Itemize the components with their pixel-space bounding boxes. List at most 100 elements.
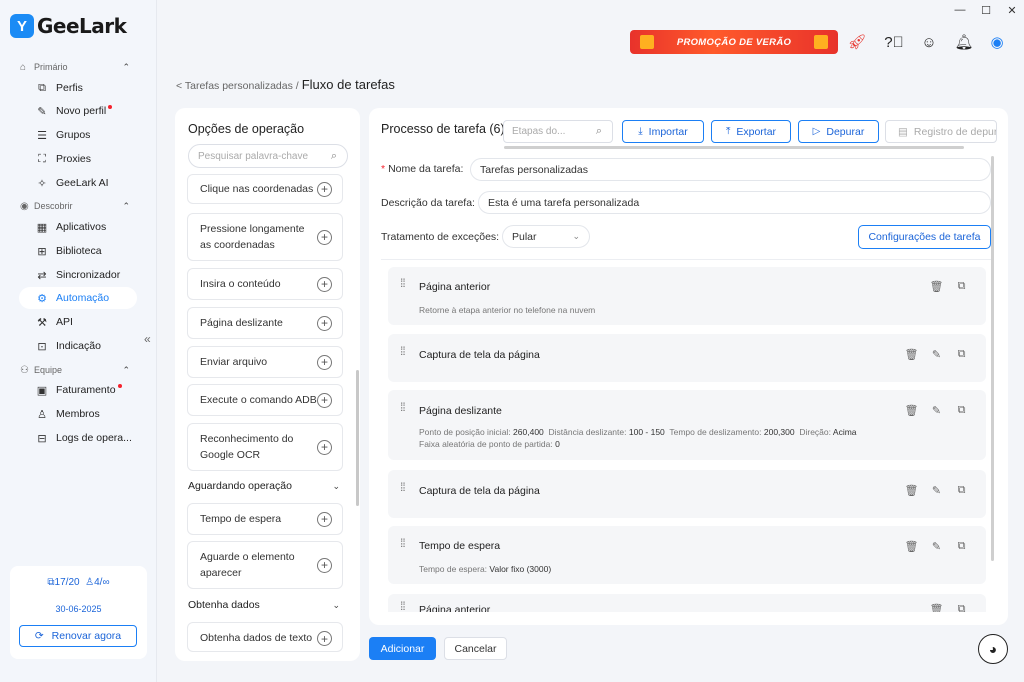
summer-promo-banner[interactable]: PROMOÇÃO DE VERÃO bbox=[630, 30, 838, 54]
add-icon[interactable]: + bbox=[317, 229, 332, 245]
op-google-ocr[interactable]: Reconhecimento do Google OCR + bbox=[187, 423, 343, 471]
app-logo[interactable]: Y GeeLark bbox=[10, 14, 127, 38]
delete-icon[interactable]: 🗑︎ bbox=[904, 540, 919, 553]
close-button[interactable]: ✕ bbox=[998, 0, 1024, 20]
op-long-press[interactable]: Pressione longamente as coordenadas + bbox=[187, 213, 343, 261]
export-button[interactable]: ⤒ Exportar bbox=[711, 120, 791, 143]
process-scrollbar[interactable] bbox=[991, 156, 994, 561]
add-icon[interactable]: + bbox=[317, 511, 332, 527]
step-card[interactable]: ⁞⁞ Captura de tela da página 🗑︎ ✎ ⧉ bbox=[388, 334, 986, 382]
task-name-input[interactable]: Tarefas personalizadas bbox=[470, 158, 991, 181]
step-card[interactable]: ⁞⁞ Captura de tela da página 🗑︎ ✎ ⧉ bbox=[388, 470, 986, 518]
search-icon: ⌕ bbox=[595, 125, 602, 137]
step-card[interactable]: ⁞⁞ Página anterior Retorne à etapa anter… bbox=[388, 267, 986, 325]
copy-icon[interactable]: ⧉ bbox=[954, 603, 969, 612]
op-get-text-data[interactable]: Obtenha dados de texto + bbox=[187, 622, 343, 652]
add-icon[interactable]: + bbox=[317, 181, 332, 197]
rocket-icon[interactable]: 🚀︎ bbox=[847, 32, 867, 52]
add-icon[interactable]: + bbox=[317, 392, 332, 408]
drag-handle-icon[interactable]: ⁞⁞ bbox=[400, 345, 410, 357]
group-get-data[interactable]: Obtenha dados ⌄ bbox=[188, 599, 340, 611]
sidebar-item-novo-perfil[interactable]: ✎ Novo perfil bbox=[19, 100, 137, 122]
drag-handle-icon[interactable]: ⁞⁞ bbox=[400, 537, 410, 549]
sidebar-item-aplicativos[interactable]: ▦ Aplicativos bbox=[19, 216, 137, 238]
add-icon[interactable]: + bbox=[317, 631, 332, 646]
sidebar-item-grupos[interactable]: ☰ Grupos bbox=[19, 124, 137, 146]
step-card[interactable]: ⁞⁞ Página anterior 🗑︎ ⧉ bbox=[388, 594, 986, 612]
delete-icon[interactable]: 🗑︎ bbox=[929, 603, 944, 612]
sidebar-item-membros[interactable]: ♙ Membros bbox=[19, 403, 137, 425]
op-adb-command[interactable]: Execute o comando ADB + bbox=[187, 384, 343, 416]
drag-handle-icon[interactable]: ⁞⁞ bbox=[400, 277, 410, 289]
add-icon[interactable]: + bbox=[317, 557, 332, 573]
group-waiting[interactable]: Aguardando operação ⌄ bbox=[188, 480, 340, 492]
debug-log-button[interactable]: ▤ Registro de depur bbox=[885, 120, 997, 143]
sidebar-item-sincronizador[interactable]: ⇄ Sincronizador bbox=[19, 264, 137, 286]
drag-handle-icon[interactable]: ⁞⁞ bbox=[400, 401, 410, 413]
minimize-button[interactable]: — bbox=[946, 0, 974, 20]
import-button[interactable]: ⤓ Importar bbox=[622, 120, 704, 143]
edit-icon[interactable]: ✎ bbox=[929, 540, 944, 553]
add-icon[interactable]: + bbox=[317, 315, 332, 331]
add-icon[interactable]: + bbox=[317, 439, 332, 455]
maximize-button[interactable]: ☐ bbox=[972, 0, 1000, 20]
sidebar-item-api[interactable]: ⚒ API bbox=[19, 311, 137, 333]
support-icon[interactable]: ☺ bbox=[919, 32, 939, 52]
collapse-sidebar-icon[interactable]: « bbox=[144, 332, 151, 346]
sidebar-item-automacao[interactable]: ⚙ Automação bbox=[19, 287, 137, 309]
copy-icon[interactable]: ⧉ bbox=[954, 348, 969, 361]
toolbar-scrollbar[interactable] bbox=[504, 146, 964, 149]
notification-dot bbox=[117, 384, 122, 388]
add-icon[interactable]: + bbox=[317, 276, 332, 292]
sidebar-item-logs[interactable]: ⊟ Logs de opera... bbox=[19, 427, 137, 449]
operations-search-input[interactable]: Pesquisar palavra-chave ⌕ bbox=[188, 144, 348, 168]
op-insert-content[interactable]: Insira o conteúdo + bbox=[187, 268, 343, 300]
op-click-coordinates[interactable]: Clique nas coordenadas + bbox=[187, 174, 343, 204]
edit-icon[interactable]: ✎ bbox=[929, 484, 944, 497]
debug-button[interactable]: ▷ Depurar bbox=[798, 120, 879, 143]
copy-icon[interactable]: ⧉ bbox=[954, 404, 969, 417]
drag-handle-icon[interactable]: ⁞⁞ bbox=[400, 481, 410, 493]
step-card[interactable]: ⁞⁞ Página deslizante Ponto de posição in… bbox=[388, 390, 986, 460]
process-title: Processo de tarefa (6) bbox=[381, 122, 505, 136]
step-card[interactable]: ⁞⁞ Tempo de espera Tempo de espera: Valo… bbox=[388, 526, 986, 584]
assistant-icon[interactable]: ◕ bbox=[978, 634, 1008, 664]
help-icon[interactable]: ?⃝ bbox=[884, 32, 904, 52]
delete-icon[interactable]: 🗑︎ bbox=[929, 280, 944, 293]
delete-icon[interactable]: 🗑︎ bbox=[904, 404, 919, 417]
sidebar-item-perfis[interactable]: ⧉ Perfis bbox=[19, 77, 137, 99]
cancel-button[interactable]: Cancelar bbox=[444, 637, 507, 660]
steps-search-input[interactable]: Etapas do... ⌕ bbox=[503, 120, 613, 143]
delete-icon[interactable]: 🗑︎ bbox=[904, 348, 919, 361]
sidebar-item-indicacao[interactable]: ⊡ Indicação bbox=[19, 335, 137, 357]
op-swipe-page[interactable]: Página deslizante + bbox=[187, 307, 343, 339]
op-wait-time[interactable]: Tempo de espera + bbox=[187, 503, 343, 535]
sidebar-item-geelark-ai[interactable]: ✧ GeeLark AI bbox=[19, 172, 137, 194]
copy-icon[interactable]: ⧉ bbox=[954, 540, 969, 553]
copy-icon[interactable]: ⧉ bbox=[954, 484, 969, 497]
drag-handle-icon[interactable]: ⁞⁞ bbox=[400, 600, 410, 612]
section-primario[interactable]: ⌂ Primário ⌃ bbox=[20, 59, 130, 75]
op-send-file[interactable]: Enviar arquivo + bbox=[187, 346, 343, 378]
copy-icon[interactable]: ⧉ bbox=[954, 280, 969, 293]
refresh-icon: ⟳ bbox=[34, 630, 44, 642]
section-equipe[interactable]: ⚇ Equipe ⌃ bbox=[20, 362, 130, 378]
sidebar-item-faturamento[interactable]: ▣ Faturamento bbox=[19, 379, 137, 401]
add-icon[interactable]: + bbox=[317, 354, 332, 370]
delete-icon[interactable]: 🗑︎ bbox=[904, 484, 919, 497]
section-descobrir[interactable]: ◉ Descobrir ⌃ bbox=[20, 198, 130, 214]
bell-icon[interactable]: 🔔︎ bbox=[954, 32, 974, 52]
task-settings-button[interactable]: Configurações de tarefa bbox=[858, 225, 991, 249]
edit-icon[interactable]: ✎ bbox=[929, 404, 944, 417]
operations-scrollbar[interactable] bbox=[356, 370, 359, 506]
add-button[interactable]: Adicionar bbox=[369, 637, 436, 660]
sidebar-item-proxies[interactable]: ⛶ Proxies bbox=[19, 148, 137, 170]
op-wait-element[interactable]: Aguarde o elemento aparecer + bbox=[187, 541, 343, 589]
renew-button[interactable]: ⟳ Renovar agora bbox=[19, 625, 137, 647]
sidebar-item-biblioteca[interactable]: ⊞ Biblioteca bbox=[19, 240, 137, 262]
breadcrumb-parent[interactable]: < Tarefas personalizadas / bbox=[176, 80, 299, 92]
edit-icon[interactable]: ✎ bbox=[929, 348, 944, 361]
avatar-icon[interactable]: ◉ bbox=[987, 32, 1007, 52]
task-description-input[interactable]: Esta é uma tarefa personalizada bbox=[478, 191, 991, 214]
exception-handling-select[interactable]: Pular ⌄ bbox=[502, 225, 590, 248]
